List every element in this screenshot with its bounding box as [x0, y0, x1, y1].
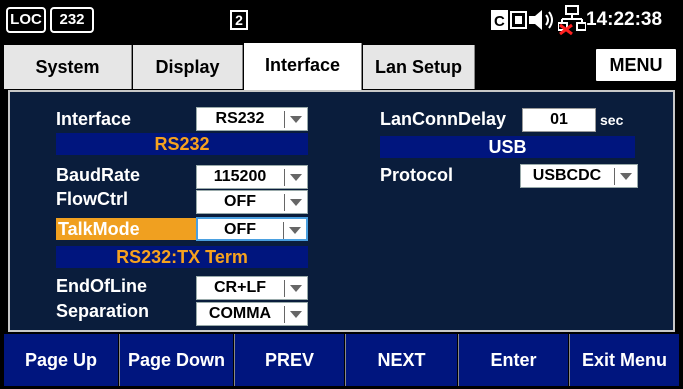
select-separator	[614, 168, 615, 185]
chevron-down-icon	[290, 116, 302, 123]
endofline-select[interactable]: CR+LF	[196, 276, 308, 300]
ce-icon: C	[491, 9, 529, 36]
baudrate-value: 115200	[213, 168, 267, 185]
separation-select[interactable]: COMMA	[196, 302, 308, 326]
flowctrl-label: FlowCtrl	[56, 189, 128, 209]
baudrate-label: BaudRate	[56, 165, 141, 185]
protocol-select[interactable]: USBCDC	[520, 164, 638, 188]
separation-label: Separation	[56, 301, 150, 321]
rs232-section-title: RS232	[56, 133, 308, 155]
select-separator	[284, 306, 285, 323]
lanconndelay-unit: sec	[600, 112, 624, 128]
chevron-down-icon	[290, 311, 302, 318]
page-down-button[interactable]: Page Down	[119, 334, 233, 386]
talkmode-value: OFF	[224, 221, 256, 238]
tab-system[interactable]: System	[4, 45, 132, 89]
chevron-down-icon	[290, 174, 302, 181]
menu-button[interactable]: MENU	[594, 47, 678, 83]
tab-display[interactable]: Display	[133, 45, 243, 89]
speaker-icon	[528, 8, 558, 37]
flowctrl-select[interactable]: OFF	[196, 190, 308, 214]
exit-menu-button[interactable]: Exit Menu	[569, 334, 679, 386]
prev-button[interactable]: PREV	[234, 334, 344, 386]
select-separator	[283, 222, 284, 239]
page-up-button[interactable]: Page Up	[4, 334, 118, 386]
chevron-down-icon	[290, 199, 302, 206]
separation-value: COMMA	[208, 305, 272, 322]
protocol-label: Protocol	[380, 165, 454, 185]
select-separator	[284, 169, 285, 186]
chevron-down-icon	[289, 227, 301, 234]
endofline-value: CR+LF	[214, 279, 266, 296]
select-separator	[284, 111, 285, 128]
endofline-label: EndOfLine	[56, 276, 147, 296]
interface-select[interactable]: RS232	[196, 107, 308, 131]
next-button[interactable]: NEXT	[345, 334, 457, 386]
usb-section-title: USB	[380, 136, 635, 158]
network-disconnected-icon	[557, 5, 587, 40]
port-badge: 232	[50, 7, 94, 33]
interface-value: RS232	[215, 110, 265, 127]
talkmode-select[interactable]: OFF	[196, 217, 308, 241]
interface-label: Interface	[56, 109, 132, 129]
tab-interface[interactable]: Interface	[244, 43, 362, 90]
protocol-value: USBCDC	[532, 167, 602, 184]
slot-indicator: 2	[230, 10, 248, 30]
talkmode-info-bar: RS232:TX Term	[56, 246, 308, 268]
baudrate-select[interactable]: 115200	[196, 165, 308, 189]
select-separator	[284, 194, 285, 211]
enter-button[interactable]: Enter	[458, 334, 568, 386]
clock: 14:22:38	[586, 9, 663, 30]
lanconndelay-label: LanConnDelay	[380, 109, 507, 129]
remote-status-badge: LOC	[6, 7, 46, 33]
talkmode-label: TalkMode	[56, 218, 196, 240]
chevron-down-icon	[620, 173, 632, 180]
tab-lan-setup[interactable]: Lan Setup	[363, 45, 475, 89]
lanconndelay-input[interactable]: 01	[522, 108, 596, 132]
flowctrl-value: OFF	[224, 193, 256, 210]
svg-text:C: C	[494, 13, 505, 30]
chevron-down-icon	[290, 285, 302, 292]
select-separator	[284, 280, 285, 297]
